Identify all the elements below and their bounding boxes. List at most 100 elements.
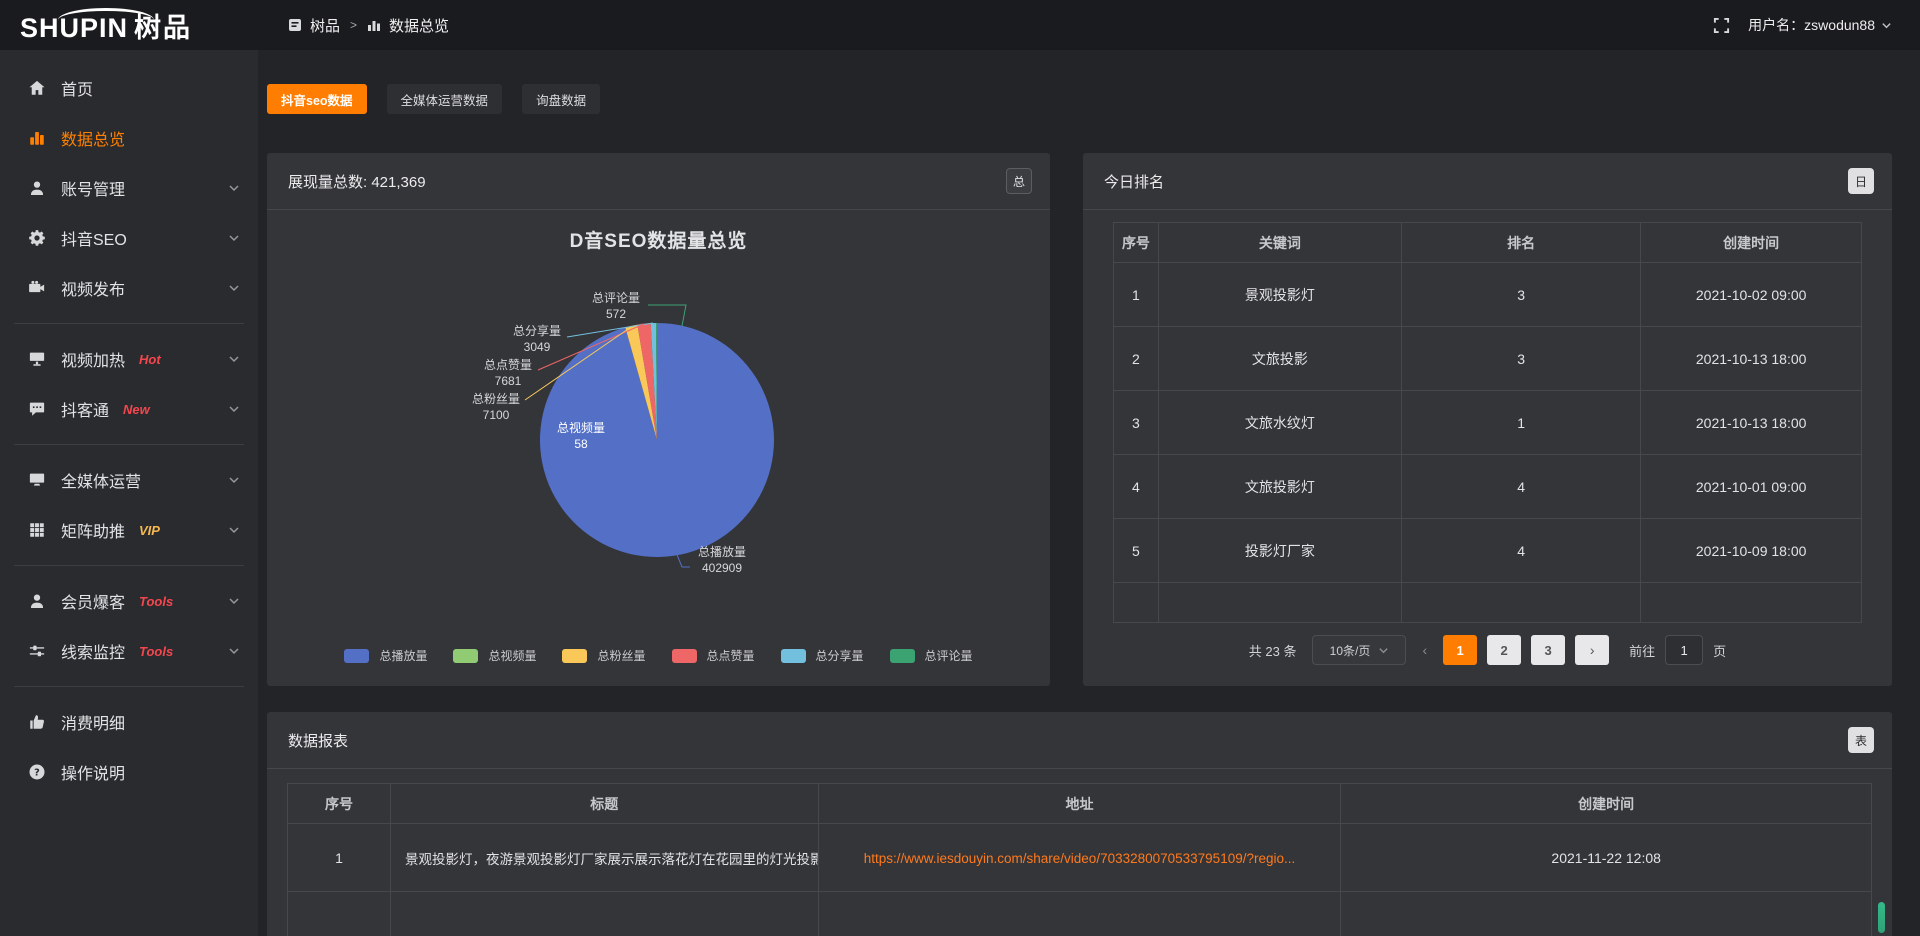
- cell-seq: 1: [1114, 263, 1159, 327]
- column-header-created: 创建时间: [1341, 784, 1872, 824]
- fullscreen-icon[interactable]: [1713, 17, 1730, 34]
- sidebar-divider: [14, 323, 244, 324]
- user-icon: [28, 592, 46, 610]
- chevron-down-icon: [1881, 20, 1892, 31]
- app-logo[interactable]: SHUPIN 树品: [0, 6, 258, 45]
- cell-created: 2021-10-01 09:00: [1641, 455, 1862, 519]
- goto-page-input[interactable]: [1665, 635, 1703, 665]
- sidebar-item-label: 会员爆客: [61, 589, 125, 613]
- sidebar-item-consumption-detail[interactable]: 消费明细: [0, 697, 258, 747]
- cell-created: 2021-10-09 18:00: [1641, 519, 1862, 583]
- chevron-down-icon: [228, 474, 240, 486]
- sliders-icon: [28, 642, 46, 660]
- user-menu[interactable]: 用户名：zswodun88: [1748, 15, 1892, 35]
- cell-seq: 2: [1114, 327, 1159, 391]
- sidebar-item-account-management[interactable]: 账号管理: [0, 163, 258, 213]
- daily-view-toggle-button[interactable]: 日: [1848, 168, 1874, 194]
- sidebar-item-matrix-boost[interactable]: 矩阵助推 VIP: [0, 505, 258, 555]
- pie-chart-area: D音SEO数据量总览 总评论量572 总分享量3049 总点赞量7681 总粉丝…: [267, 210, 1050, 686]
- cell-seq: 4: [1114, 455, 1159, 519]
- legend-swatch: [890, 649, 915, 663]
- report-table: 序号 标题 地址 创建时间 1 景观投影灯，夜游景观投影灯厂家展示展示落花灯在花…: [287, 783, 1872, 936]
- table-row: 2 文旅投影 3 2021-10-13 18:00: [1114, 327, 1862, 391]
- breadcrumb-root[interactable]: 树品: [310, 15, 340, 36]
- overview-card: 展现量总数: 421,369 总 D音SEO数据量总览 总评论量572 总分享量…: [267, 153, 1050, 686]
- legend-swatch: [453, 649, 478, 663]
- total-view-toggle-button[interactable]: 总: [1006, 168, 1032, 194]
- table-view-toggle-button[interactable]: 表: [1848, 727, 1874, 753]
- sidebar-item-video-publish[interactable]: 视频发布: [0, 263, 258, 313]
- page-size-select[interactable]: 10条/页: [1312, 635, 1406, 665]
- table-row: 5 投影灯厂家 4 2021-10-09 18:00: [1114, 519, 1862, 583]
- goto-unit-label: 页: [1713, 641, 1726, 660]
- cell-rank: 3: [1401, 263, 1640, 327]
- sidebar-item-clue-monitor[interactable]: 线索监控 Tools: [0, 626, 258, 676]
- overview-card-header: 展现量总数: 421,369 总: [267, 153, 1050, 210]
- column-header-seq: 序号: [288, 784, 391, 824]
- screen-icon: [28, 350, 46, 368]
- column-header-seq: 序号: [1114, 223, 1159, 263]
- cell-seq: 1: [288, 824, 391, 892]
- breadcrumb: 树品 > 数据总览: [288, 15, 449, 36]
- prev-page-button[interactable]: ‹: [1416, 642, 1433, 658]
- column-header-keyword: 关键词: [1158, 223, 1401, 263]
- page-button-3[interactable]: 3: [1531, 635, 1565, 665]
- help-circle-icon: ?: [28, 763, 46, 781]
- table-row: 1 景观投影灯，夜游景观投影灯厂家展示展示落花灯在花园里的灯光投影应用效果 # …: [288, 824, 1872, 892]
- breadcrumb-current[interactable]: 数据总览: [389, 15, 449, 36]
- sidebar-item-douyin-seo[interactable]: 抖音SEO: [0, 213, 258, 263]
- legend-item-likes[interactable]: 总点赞量: [672, 647, 755, 664]
- legend-item-videos[interactable]: 总视频量: [453, 647, 536, 664]
- pie-label-shares: 总分享量3049: [497, 323, 577, 355]
- monitor-icon: [28, 471, 46, 489]
- table-scrollbar-thumb[interactable]: [1878, 902, 1885, 933]
- chevron-down-icon: [228, 353, 240, 365]
- chat-icon: [28, 400, 46, 418]
- sidebar-item-video-heating[interactable]: 视频加热 Hot: [0, 334, 258, 384]
- sidebar-item-douketong[interactable]: 抖客通 New: [0, 384, 258, 434]
- sidebar-item-home[interactable]: 首页: [0, 63, 258, 113]
- tab-inquiry-data[interactable]: 询盘数据: [522, 84, 600, 114]
- sidebar-item-data-overview[interactable]: 数据总览: [0, 113, 258, 163]
- sidebar-item-label: 视频发布: [61, 276, 125, 300]
- tab-douyin-seo-data[interactable]: 抖音seo数据: [267, 84, 367, 114]
- sidebar-item-media-operation[interactable]: 全媒体运营: [0, 455, 258, 505]
- next-page-button[interactable]: ›: [1575, 635, 1609, 665]
- table-header-row: 序号 关键词 排名 创建时间: [1114, 223, 1862, 263]
- legend-item-shares[interactable]: 总分享量: [781, 647, 864, 664]
- pagination-total: 共 23 条: [1249, 641, 1297, 660]
- page-button-2[interactable]: 2: [1487, 635, 1521, 665]
- sidebar-item-label: 全媒体运营: [61, 468, 141, 492]
- video-url-link[interactable]: https://www.iesdouyin.com/share/video/70…: [864, 851, 1296, 866]
- data-tabbar: 抖音seo数据 全媒体运营数据 询盘数据: [267, 84, 600, 114]
- gear-icon: [28, 229, 46, 247]
- table-row-empty: [288, 892, 1872, 936]
- sidebar-item-label: 数据总览: [61, 126, 125, 150]
- cell-title: 景观投影灯，夜游景观投影灯厂家展示展示落花灯在花园里的灯光投影应用效果 #: [390, 824, 818, 892]
- ranking-table: 序号 关键词 排名 创建时间 1 景观投影灯 3 2021-10-02 09:0…: [1113, 222, 1862, 623]
- cell-rank: 3: [1401, 327, 1640, 391]
- report-card-title: 数据报表: [288, 730, 348, 751]
- legend-item-fans[interactable]: 总粉丝量: [562, 647, 645, 664]
- column-header-url: 地址: [818, 784, 1341, 824]
- legend-item-comments[interactable]: 总评论量: [890, 647, 973, 664]
- cell-rank: 4: [1401, 455, 1640, 519]
- pie-chart[interactable]: [267, 210, 1050, 686]
- legend-swatch: [672, 649, 697, 663]
- page-button-1[interactable]: 1: [1443, 635, 1477, 665]
- sidebar-divider: [14, 565, 244, 566]
- ranking-card: 今日排名 日 序号 关键词 排名 创建时间 1 景观投影灯 3 2021-10-…: [1083, 153, 1892, 686]
- thumb-card-icon: [28, 713, 46, 731]
- chevron-down-icon: [228, 403, 240, 415]
- sidebar-item-operation-guide[interactable]: ? 操作说明: [0, 747, 258, 797]
- cell-created: 2021-10-13 18:00: [1641, 391, 1862, 455]
- table-row-empty: [1114, 583, 1862, 623]
- legend-item-plays[interactable]: 总播放量: [344, 647, 427, 664]
- chart-legend: 总播放量 总视频量 总粉丝量 总点赞量 总分享量 总评论量: [267, 647, 1050, 664]
- video-camera-icon: [28, 279, 46, 297]
- cell-created: 2021-11-22 12:08: [1341, 824, 1872, 892]
- sidebar-item-member-baoke[interactable]: 会员爆客 Tools: [0, 576, 258, 626]
- sidebar-divider: [14, 686, 244, 687]
- sidebar-divider: [14, 444, 244, 445]
- tab-media-operation-data[interactable]: 全媒体运营数据: [387, 84, 503, 114]
